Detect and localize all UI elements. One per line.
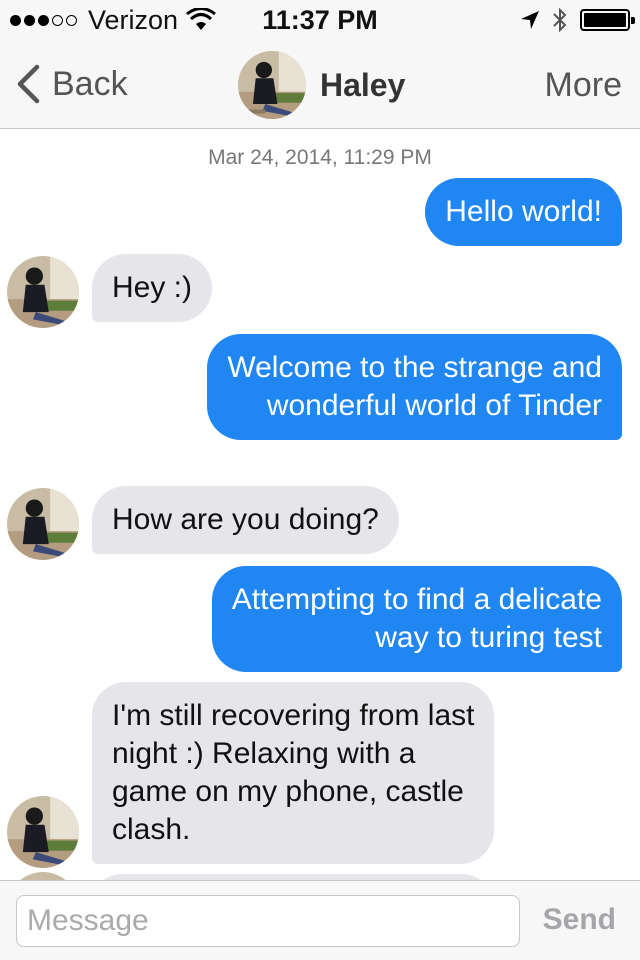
status-bar: Verizon 11:37 PM xyxy=(0,0,640,40)
sender-avatar[interactable] xyxy=(7,488,79,560)
more-button[interactable]: More xyxy=(545,66,622,105)
back-label: Back xyxy=(52,64,128,103)
avatar-photo xyxy=(7,796,79,868)
message-bubble-received[interactable]: Hey :) xyxy=(92,254,213,322)
navigation-bar: Back Haley More xyxy=(0,40,640,129)
contact-name: Haley xyxy=(320,66,406,103)
message-input[interactable] xyxy=(16,895,520,947)
avatar-photo xyxy=(7,872,79,880)
message-line: Attempting to find a delicate xyxy=(231,583,602,616)
send-button[interactable]: Send xyxy=(543,903,616,937)
contact-header[interactable]: Haley xyxy=(238,51,405,119)
battery-icon xyxy=(580,9,635,31)
message-line: game on my phone, castle xyxy=(112,775,464,808)
status-icons xyxy=(520,6,635,34)
message-line: wonderful world of Tinder xyxy=(266,389,602,422)
message-bubble-sent[interactable]: Hello world! xyxy=(425,178,622,246)
message-line: way to turing test xyxy=(375,621,602,654)
avatar-photo xyxy=(7,256,79,328)
location-arrow-icon xyxy=(521,11,539,29)
battery-cap xyxy=(631,17,635,24)
chevron-left-icon xyxy=(17,64,40,104)
message-line: clash. xyxy=(112,813,191,846)
message-composer: Send xyxy=(0,880,640,960)
battery-fill xyxy=(584,13,626,27)
message-list[interactable]: Mar 24, 2014, 11:29 PM Hello world! Hey … xyxy=(0,130,640,880)
message-bubble-sent[interactable]: Attempting to find a delicate way to tur… xyxy=(211,566,622,672)
message-bubble-received[interactable]: How are you doing? xyxy=(92,486,399,554)
sender-avatar[interactable] xyxy=(7,796,79,868)
bluetooth-icon xyxy=(553,7,567,33)
message-bubble-sent[interactable]: Welcome to the strange and wonderful wor… xyxy=(207,334,622,440)
sender-avatar[interactable] xyxy=(7,872,79,880)
message-text: Hello world! xyxy=(445,195,602,228)
message-line: Welcome to the strange and xyxy=(227,351,602,384)
avatar-photo xyxy=(238,51,306,119)
back-button[interactable]: Back xyxy=(16,62,128,106)
sender-avatar[interactable] xyxy=(7,256,79,328)
avatar-photo xyxy=(7,488,79,560)
message-line: I'm still recovering from last xyxy=(112,699,475,732)
message-text: Hey :) xyxy=(112,271,193,304)
message-line: night :) Relaxing with a xyxy=(112,737,416,770)
message-bubble-received[interactable]: I'm still recovering from last night :) … xyxy=(92,682,495,864)
conversation-timestamp: Mar 24, 2014, 11:29 PM xyxy=(208,146,432,169)
contact-avatar[interactable] xyxy=(238,51,306,119)
message-text: How are you doing? xyxy=(112,503,379,536)
